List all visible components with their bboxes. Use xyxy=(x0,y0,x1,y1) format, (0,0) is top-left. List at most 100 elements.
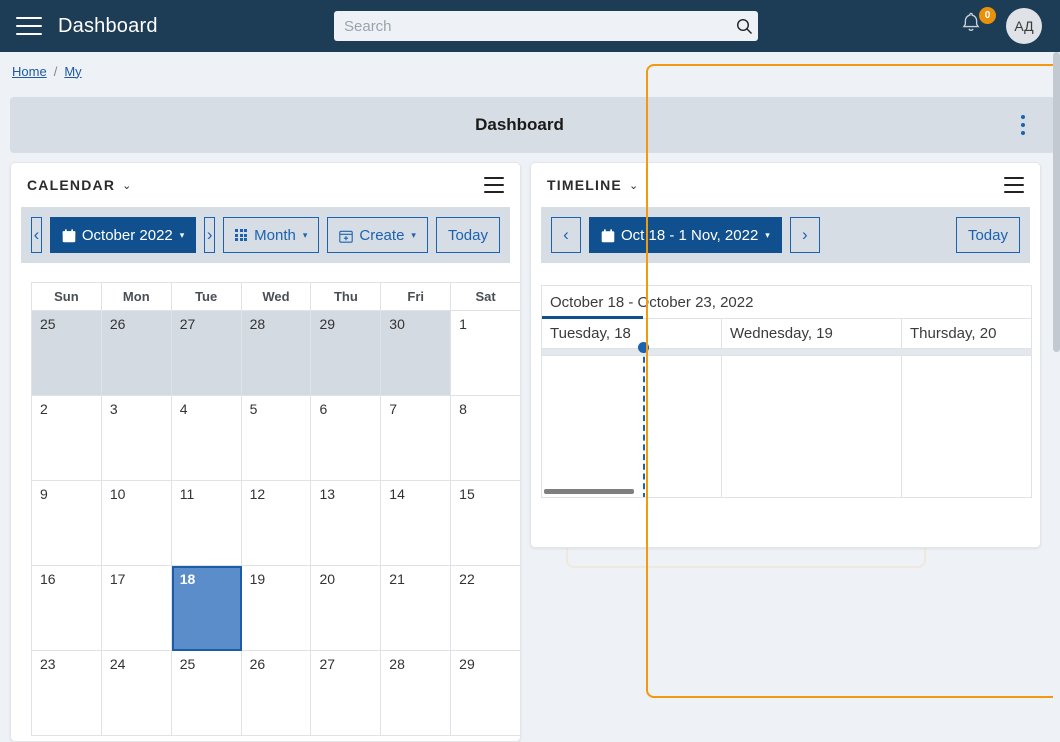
timeline-period-button[interactable]: Oct 18 - 1 Nov, 2022 ▾ xyxy=(589,217,782,253)
calendar-day-cell[interactable]: 29 xyxy=(451,651,520,736)
calendar-day-cell[interactable]: 13 xyxy=(311,481,382,566)
search-input[interactable] xyxy=(334,12,730,40)
timeline-day-header: Tuesday, 18 xyxy=(542,319,722,348)
page-scrollbar-track[interactable] xyxy=(1053,52,1060,736)
chevron-down-icon: ▾ xyxy=(411,229,416,240)
calendar-day-cell[interactable]: 24 xyxy=(101,651,172,736)
timeline-toolbar: ‹ Oct 18 - 1 Nov, 2022 ▾ › Today xyxy=(541,207,1030,263)
calendar-day-cell[interactable]: 25 xyxy=(32,311,102,396)
hamburger-icon[interactable] xyxy=(16,17,42,35)
calendar-toolbar: ‹ October 2022 ▾ › Month ▾ Create ▾ Toda… xyxy=(21,207,510,263)
calendar-period-button[interactable]: October 2022 ▾ xyxy=(49,217,197,253)
chevron-down-icon: ▾ xyxy=(765,229,770,240)
timeline-widget-header: TIMELINE ⌄ xyxy=(531,163,1040,207)
timeline-day-lane[interactable] xyxy=(542,356,722,497)
notification-badge: 0 xyxy=(979,7,996,24)
calendar-week-row: 23 24 25 26 27 28 29 xyxy=(32,651,520,736)
calendar-day-cell[interactable]: 3 xyxy=(101,396,172,481)
calendar-dow-header: Mon xyxy=(101,283,172,311)
calendar-day-cell[interactable]: 16 xyxy=(32,566,102,651)
timeline-widget-title: TIMELINE xyxy=(547,177,622,193)
calendar-widget-menu-icon[interactable] xyxy=(484,177,504,193)
timeline-range-header: October 18 - October 23, 2022 xyxy=(542,286,1031,319)
calendar-create-button[interactable]: Create ▾ xyxy=(327,217,428,253)
search-box[interactable] xyxy=(334,11,758,41)
timeline-day-header: Thursday, 20 xyxy=(902,319,1031,348)
calendar-day-cell[interactable]: 5 xyxy=(241,396,312,481)
calendar-plus-icon xyxy=(339,229,354,243)
calendar-day-cell[interactable]: 30 xyxy=(381,311,452,396)
calendar-view-label: Month xyxy=(254,226,296,244)
breadcrumb-item-my[interactable]: My xyxy=(64,64,81,79)
calendar-day-cell[interactable]: 26 xyxy=(101,311,172,396)
calendar-day-cell[interactable]: 27 xyxy=(311,651,382,736)
calendar-day-cell[interactable]: 26 xyxy=(241,651,312,736)
calendar-day-cell[interactable]: 17 xyxy=(101,566,172,651)
calendar-day-cell[interactable]: 15 xyxy=(451,481,520,566)
breadcrumb-separator: / xyxy=(53,63,58,79)
calendar-day-cell[interactable]: 7 xyxy=(381,396,452,481)
calendar-widget: CALENDAR ⌄ ‹ October 2022 ▾ › Month ▾ Cr… xyxy=(10,162,521,742)
calendar-day-cell[interactable]: 11 xyxy=(171,481,242,566)
avatar[interactable]: АД xyxy=(1006,8,1042,44)
chevron-down-icon: ▾ xyxy=(179,229,185,240)
calendar-day-cell[interactable]: 12 xyxy=(241,481,312,566)
calendar-day-cell[interactable]: 10 xyxy=(101,481,172,566)
timeline-horizontal-scrollbar[interactable] xyxy=(544,489,634,494)
calendar-week-row: 25 26 27 28 29 30 1 xyxy=(32,311,520,396)
calendar-day-cell[interactable]: 2 xyxy=(32,396,102,481)
timeline-lanes xyxy=(542,342,1031,497)
calendar-create-label: Create xyxy=(359,226,405,244)
vertical-dots-icon[interactable] xyxy=(1021,115,1025,135)
timeline-widget-menu-icon[interactable] xyxy=(1004,177,1024,193)
calendar-period-label: October 2022 xyxy=(81,226,173,244)
calendar-view-button[interactable]: Month ▾ xyxy=(223,217,320,253)
calendar-prev-button[interactable]: ‹ xyxy=(31,217,42,253)
timeline-day-lane[interactable] xyxy=(722,356,902,497)
calendar-dow-header: Sun xyxy=(32,283,102,311)
calendar-day-cell[interactable]: 4 xyxy=(171,396,242,481)
calendar-dow-header: Tue xyxy=(171,283,242,311)
calendar-day-cell[interactable]: 14 xyxy=(381,481,452,566)
timeline-widget: TIMELINE ⌄ ‹ Oct 18 - 1 Nov, 2022 ▾ › To… xyxy=(530,162,1041,548)
chevron-down-icon: ▾ xyxy=(302,229,308,240)
calendar-day-cell[interactable]: 28 xyxy=(381,651,452,736)
calendar-today-button[interactable]: Today xyxy=(435,217,500,253)
timeline-day-lane[interactable] xyxy=(902,356,1031,497)
notifications-button[interactable]: 0 xyxy=(958,7,996,42)
search-icon[interactable] xyxy=(730,12,758,40)
timeline-today-button[interactable]: Today xyxy=(955,217,1020,253)
timeline-period-label: Oct 18 - 1 Nov, 2022 xyxy=(621,226,759,244)
current-time-dot xyxy=(638,342,649,353)
calendar-day-cell[interactable]: 23 xyxy=(32,651,102,736)
timeline-day-header-row: Tuesday, 18 Wednesday, 19 Thursday, 20 xyxy=(542,319,1031,349)
calendar-day-cell[interactable]: 22 xyxy=(451,566,520,651)
calendar-day-header-row: Sun Mon Tue Wed Thu Fri Sat xyxy=(32,283,520,311)
calendar-next-button[interactable]: › xyxy=(204,217,216,253)
timeline-next-button[interactable]: › xyxy=(789,217,820,253)
calendar-day-cell[interactable]: 21 xyxy=(381,566,452,651)
app-title: Dashboard xyxy=(58,14,158,37)
calendar-dow-header: Wed xyxy=(241,283,312,311)
dashboard-title-bar: Dashboard xyxy=(10,97,1055,153)
timeline-prev-button[interactable]: ‹ xyxy=(551,217,581,253)
timeline-day-header: Wednesday, 19 xyxy=(722,319,902,348)
timeline-body: October 18 - October 23, 2022 Tuesday, 1… xyxy=(541,285,1032,498)
calendar-day-cell[interactable]: 9 xyxy=(32,481,102,566)
grid-icon xyxy=(235,229,248,241)
chevron-down-icon[interactable]: ⌄ xyxy=(122,179,131,192)
calendar-day-cell[interactable]: 6 xyxy=(311,396,382,481)
calendar-day-cell[interactable]: 27 xyxy=(171,311,242,396)
breadcrumb-item-home[interactable]: Home xyxy=(12,64,47,79)
calendar-day-cell[interactable]: 19 xyxy=(241,566,312,651)
calendar-day-cell[interactable]: 1 xyxy=(451,311,520,396)
calendar-day-cell[interactable]: 29 xyxy=(311,311,382,396)
calendar-day-cell[interactable]: 8 xyxy=(451,396,520,481)
page-scrollbar-thumb[interactable] xyxy=(1053,52,1060,352)
calendar-day-cell[interactable]: 20 xyxy=(311,566,382,651)
chevron-down-icon[interactable]: ⌄ xyxy=(629,179,638,192)
calendar-day-cell[interactable]: 25 xyxy=(171,651,242,736)
calendar-day-cell[interactable]: 28 xyxy=(241,311,312,396)
calendar-day-cell-selected[interactable]: 18 xyxy=(171,566,242,651)
calendar-week-row: 16 17 18 19 20 21 22 xyxy=(32,566,520,651)
